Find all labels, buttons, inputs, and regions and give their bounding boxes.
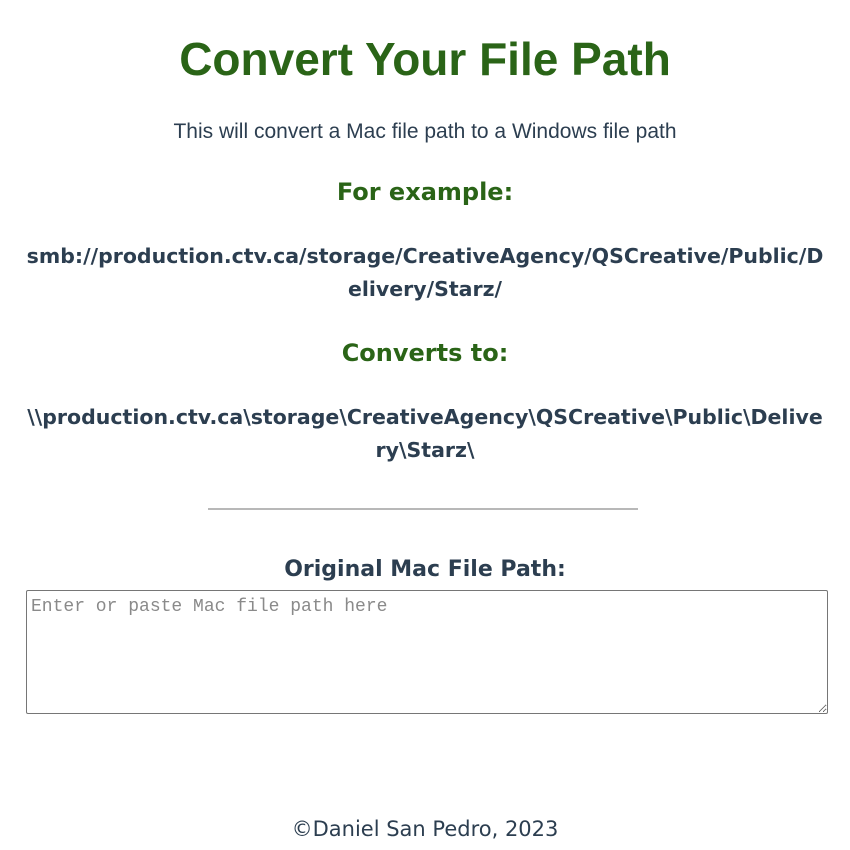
divider <box>208 508 638 510</box>
example-windows-path: \\production.ctv.ca\storage\CreativeAgen… <box>27 405 823 462</box>
page-subtitle: This will convert a Mac file path to a W… <box>173 120 677 143</box>
page: Convert Your File Path This will convert… <box>0 0 850 850</box>
example-heading: For example: <box>336 178 514 206</box>
converts-to-heading: Converts to: <box>341 339 509 367</box>
example-mac-path: smb://production.ctv.ca/storage/Creative… <box>26 244 824 301</box>
mac-path-label: Original Mac File Path: <box>284 557 566 582</box>
page-title: Convert Your File Path <box>179 33 671 85</box>
mac-path-input[interactable] <box>26 590 828 714</box>
footer-copyright: ©Daniel San Pedro, 2023 <box>291 817 559 841</box>
